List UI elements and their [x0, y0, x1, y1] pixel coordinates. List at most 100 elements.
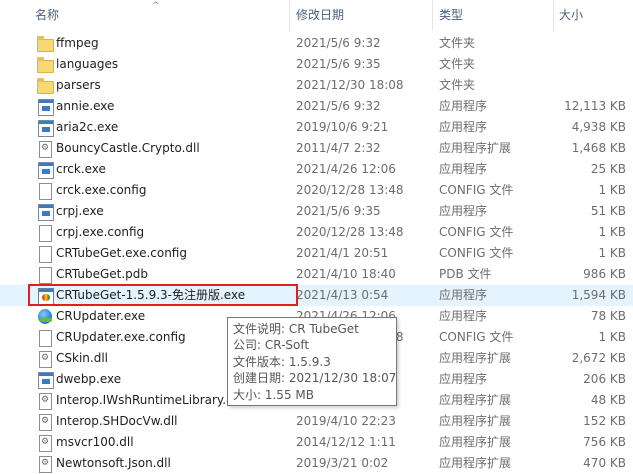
column-divider[interactable]	[289, 0, 290, 31]
file-size: 78 KB	[590, 309, 626, 323]
exe-icon	[38, 162, 54, 179]
file-name: crpj.exe	[56, 204, 104, 218]
config-icon	[39, 225, 52, 242]
file-list: ffmpeg 2021/5/6 9:32 文件夹 languages 2021/5/6 …	[0, 33, 633, 474]
file-name: BouncyCastle.Crypto.dll	[56, 141, 200, 155]
file-date: 2021/4/10 18:40	[296, 267, 396, 281]
column-header-bar: 名称 ^ 修改日期 类型 大小	[0, 0, 633, 31]
file-type: 文件夹	[439, 36, 476, 50]
file-name: annie.exe	[56, 99, 115, 113]
file-name: crck.exe	[56, 162, 106, 176]
file-size: 1 KB	[598, 183, 626, 197]
config-icon	[39, 183, 52, 200]
file-type: 应用程序	[439, 204, 488, 218]
config-icon	[39, 330, 52, 347]
file-size: 1,594 KB	[571, 288, 626, 302]
file-row[interactable]: crck.exe.config 2020/12/28 13:48 CONFIG 文件…	[0, 180, 633, 201]
file-name: Newtonsoft.Json.dll	[56, 456, 171, 470]
file-type: 应用程序扩展	[439, 435, 512, 449]
config-icon	[39, 246, 52, 263]
file-name: ffmpeg	[56, 36, 99, 50]
folder-icon	[37, 36, 54, 52]
file-size: 1 KB	[598, 246, 626, 260]
dll-icon	[39, 351, 52, 368]
column-header-name[interactable]: 名称	[35, 0, 290, 31]
dll-icon	[39, 435, 52, 452]
file-type: PDB 文件	[439, 267, 492, 281]
file-date: 2021/12/30 18:08	[296, 78, 404, 92]
file-date: 2021/5/6 9:32	[296, 36, 381, 50]
file-date: 2019/4/10 22:23	[296, 414, 396, 428]
dll-icon	[39, 393, 52, 410]
file-date: 2021/4/26 12:06	[296, 162, 396, 176]
dll-icon	[39, 414, 52, 431]
column-header-size[interactable]: 大小	[559, 0, 629, 31]
file-row[interactable]: Newtonsoft.Json.dll 2019/3/21 0:02 应用程序扩展 4…	[0, 453, 633, 474]
file-row[interactable]: BouncyCastle.Crypto.dll 2011/4/7 2:32 应用程序…	[0, 138, 633, 159]
file-date: 2019/3/21 0:02	[296, 456, 389, 470]
file-type: 应用程序扩展	[439, 351, 512, 365]
file-size: 1,468 KB	[571, 141, 626, 155]
file-name: parsers	[56, 78, 101, 92]
file-row[interactable]: CRTubeGet-1.5.9.3-免注册版.exe 2021/4/13 0:54…	[0, 285, 633, 306]
column-header-date[interactable]: 修改日期	[296, 0, 432, 31]
file-row[interactable]: ffmpeg 2021/5/6 9:32 文件夹	[0, 33, 633, 54]
column-divider[interactable]	[553, 0, 554, 31]
file-size: 51 KB	[590, 204, 626, 218]
folder-icon	[37, 78, 54, 94]
file-row[interactable]: crpj.exe.config 2020/12/28 13:48 CONFIG 文件…	[0, 222, 633, 243]
file-type: CONFIG 文件	[439, 330, 514, 344]
exe-icon	[38, 99, 54, 116]
file-date: 2011/4/7 2:32	[296, 141, 381, 155]
file-size: 756 KB	[583, 435, 626, 449]
column-divider[interactable]	[432, 0, 433, 31]
file-size: 48 KB	[590, 393, 626, 407]
file-row[interactable]: crck.exe 2021/4/26 12:06 应用程序 25 KB	[0, 159, 633, 180]
file-row[interactable]: CRTubeGet.pdb 2021/4/10 18:40 PDB 文件 986 KB	[0, 264, 633, 285]
file-type: 文件夹	[439, 78, 476, 92]
file-type: 应用程序	[439, 162, 488, 176]
dll-icon	[39, 141, 52, 158]
file-row[interactable]: parsers 2021/12/30 18:08 文件夹	[0, 75, 633, 96]
file-size: 206 KB	[583, 372, 626, 386]
file-date: 2020/12/28 13:48	[296, 183, 404, 197]
file-size: 12,113 KB	[564, 99, 626, 113]
tooltip-description: 文件说明: CR TubeGet	[233, 322, 359, 336]
file-date: 2021/5/6 9:35	[296, 57, 381, 71]
file-type: CONFIG 文件	[439, 183, 514, 197]
file-row[interactable]: Interop.SHDocVw.dll 2019/4/10 22:23 应用程序扩展…	[0, 411, 633, 432]
file-date: 2021/5/6 9:35	[296, 204, 381, 218]
file-row[interactable]: annie.exe 2021/5/6 9:32 应用程序 12,113 KB	[0, 96, 633, 117]
file-row[interactable]: CRTubeGet.exe.config 2021/4/1 20:51 CONFIG…	[0, 243, 633, 264]
file-size: 470 KB	[583, 456, 626, 470]
file-name: languages	[56, 57, 119, 71]
file-type: 应用程序扩展	[439, 393, 512, 407]
file-size: 4,938 KB	[571, 120, 626, 134]
file-name: crpj.exe.config	[56, 225, 145, 239]
sort-ascending-icon: ^	[152, 1, 160, 11]
folder-icon	[37, 57, 54, 73]
file-name: Interop.SHDocVw.dll	[56, 414, 178, 428]
file-type: 应用程序	[439, 288, 488, 302]
file-name: CRTubeGet.pdb	[56, 267, 149, 281]
file-size: 1 KB	[598, 225, 626, 239]
tooltip-created: 创建日期: 2021/12/30 18:07	[233, 371, 397, 386]
file-name: msvcr100.dll	[56, 435, 134, 449]
file-size: 2,672 KB	[571, 351, 626, 365]
file-row[interactable]: crpj.exe 2021/5/6 9:35 应用程序 51 KB	[0, 201, 633, 222]
file-type: 应用程序	[439, 99, 488, 113]
file-type: 文件夹	[439, 57, 476, 71]
column-header-type[interactable]: 类型	[439, 0, 549, 31]
dll-icon	[39, 456, 52, 473]
exe-icon	[38, 120, 54, 137]
file-row[interactable]: languages 2021/5/6 9:35 文件夹	[0, 54, 633, 75]
exe-icon	[38, 372, 54, 389]
exe-icon	[38, 204, 54, 221]
tooltip-size: 大小: 1.55 MB	[233, 387, 314, 402]
file-size: 986 KB	[583, 267, 626, 281]
file-row[interactable]: aria2c.exe 2019/10/6 9:21 应用程序 4,938 KB	[0, 117, 633, 138]
file-name: aria2c.exe	[56, 120, 119, 134]
file-row[interactable]: msvcr100.dll 2014/12/12 1:11 应用程序扩展 756 KB	[0, 432, 633, 453]
file-date: 2020/12/28 13:48	[296, 225, 404, 239]
file-name: crck.exe.config	[56, 183, 147, 197]
